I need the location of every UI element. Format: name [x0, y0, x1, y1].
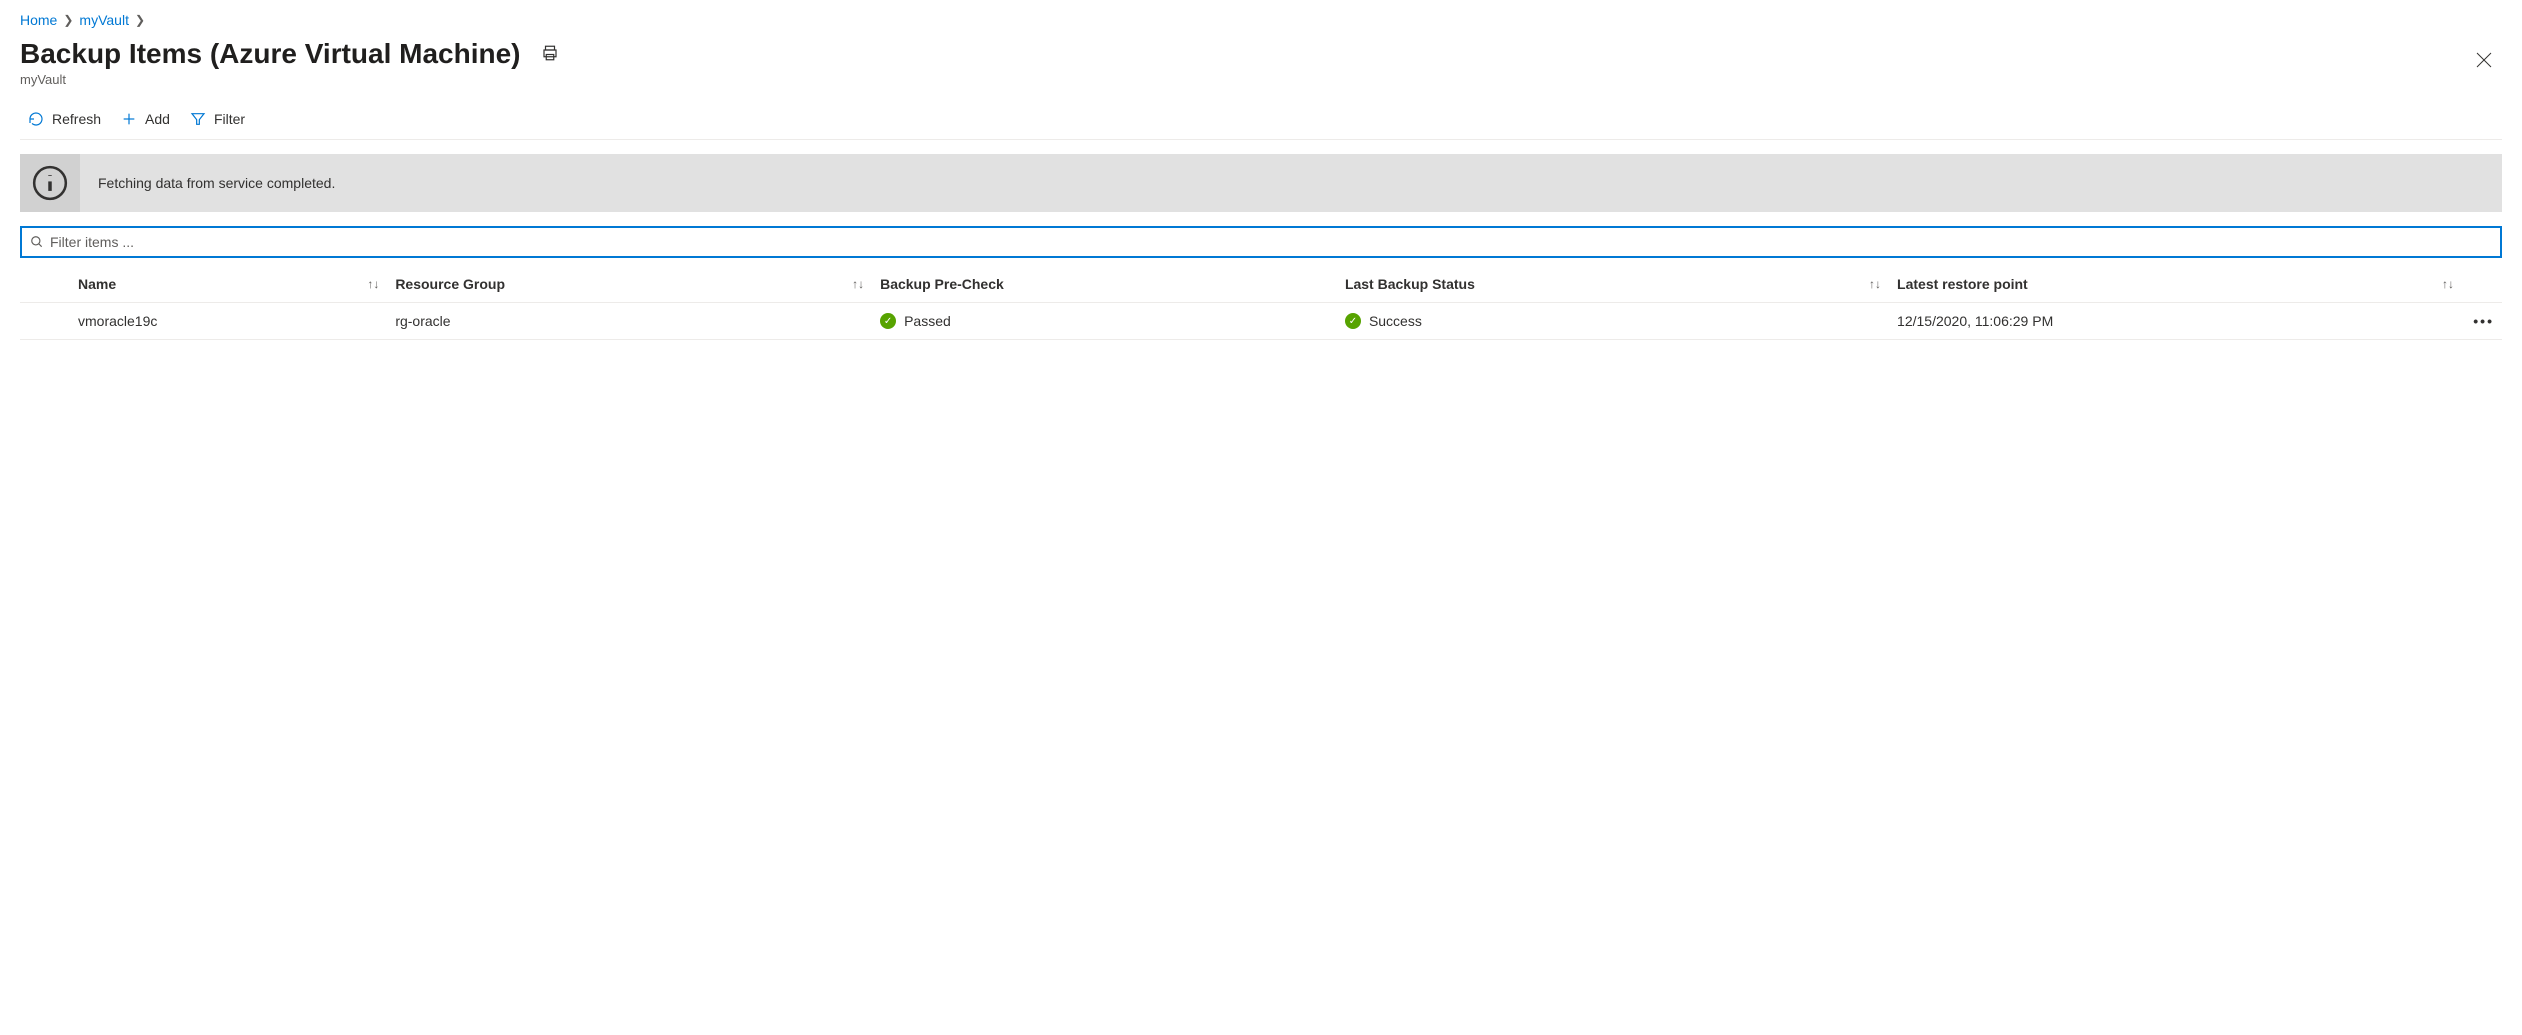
cell-resource-group: rg-oracle: [387, 303, 872, 340]
sort-icon: ↑↓: [852, 277, 864, 291]
cell-last-status: ✓ Success: [1337, 303, 1889, 340]
filter-label: Filter: [214, 111, 245, 127]
breadcrumb-home[interactable]: Home: [20, 12, 57, 28]
cell-name: vmoracle19c: [70, 303, 387, 340]
col-restore-label: Latest restore point: [1897, 276, 2028, 292]
page-subtitle: myVault: [20, 72, 559, 87]
filter-input-wrap[interactable]: [20, 226, 2502, 258]
chevron-right-icon: ❯: [135, 13, 145, 27]
status-text: Success: [1369, 313, 1422, 329]
col-latest-restore[interactable]: Latest restore point ↑↓: [1889, 266, 2462, 303]
cell-precheck: ✓ Passed: [872, 303, 1337, 340]
success-check-icon: ✓: [1345, 313, 1361, 329]
col-status-label: Last Backup Status: [1345, 276, 1475, 292]
search-icon: [30, 235, 44, 249]
col-rg-label: Resource Group: [395, 276, 505, 292]
col-backup-precheck[interactable]: Backup Pre-Check: [872, 266, 1337, 303]
success-check-icon: ✓: [880, 313, 896, 329]
refresh-label: Refresh: [52, 111, 101, 127]
page-title: Backup Items (Azure Virtual Machine): [20, 38, 521, 70]
col-name[interactable]: Name ↑↓: [70, 266, 387, 303]
chevron-right-icon: ❯: [63, 13, 73, 27]
col-name-label: Name: [78, 276, 116, 292]
row-more-button[interactable]: •••: [2462, 303, 2502, 340]
breadcrumb-vault[interactable]: myVault: [79, 12, 129, 28]
info-bar: Fetching data from service completed.: [20, 154, 2502, 212]
add-label: Add: [145, 111, 170, 127]
info-icon: [20, 154, 80, 212]
sort-icon: ↑↓: [1869, 277, 1881, 291]
refresh-button[interactable]: Refresh: [28, 111, 101, 127]
filter-button[interactable]: Filter: [190, 111, 245, 127]
info-message: Fetching data from service completed.: [80, 175, 353, 191]
backup-items-table: Name ↑↓ Resource Group ↑↓ Backup Pre-Che…: [20, 266, 2502, 340]
col-resource-group[interactable]: Resource Group ↑↓: [387, 266, 872, 303]
precheck-text: Passed: [904, 313, 951, 329]
breadcrumb: Home ❯ myVault ❯: [20, 12, 2502, 28]
add-button[interactable]: Add: [121, 111, 170, 127]
toolbar: Refresh Add Filter: [20, 101, 2502, 140]
sort-icon: ↑↓: [367, 277, 379, 291]
col-precheck-label: Backup Pre-Check: [880, 276, 1004, 292]
sort-icon: ↑↓: [2442, 277, 2454, 291]
col-last-backup-status[interactable]: Last Backup Status ↑↓: [1337, 266, 1889, 303]
close-button[interactable]: [2466, 45, 2502, 80]
table-row[interactable]: vmoracle19c rg-oracle ✓ Passed ✓ Success…: [20, 303, 2502, 340]
cell-restore-point: 12/15/2020, 11:06:29 PM: [1889, 303, 2462, 340]
print-icon[interactable]: [541, 44, 559, 65]
filter-input[interactable]: [44, 232, 2492, 252]
